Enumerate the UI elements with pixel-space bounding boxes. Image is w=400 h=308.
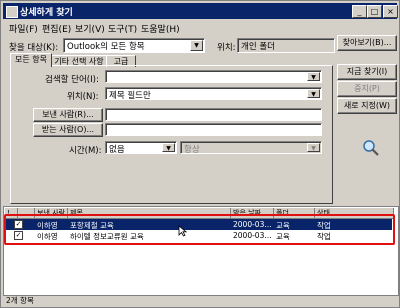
minimize-button[interactable]: _ bbox=[352, 5, 367, 18]
time-range-value: 항상 bbox=[184, 145, 200, 155]
location-label: 위치: bbox=[217, 43, 236, 53]
menu-file[interactable]: 파일(F) bbox=[9, 22, 38, 35]
menu-edit[interactable]: 편집(E) bbox=[42, 22, 71, 35]
in-field-dropdown[interactable]: 제목 필드만 ▼ bbox=[105, 87, 322, 101]
mouse-cursor-icon bbox=[178, 225, 187, 237]
column-header-icon[interactable] bbox=[18, 208, 35, 219]
column-header-folder[interactable]: 폴더 bbox=[274, 208, 315, 219]
chevron-down-icon[interactable]: ▼ bbox=[307, 72, 320, 81]
table-row[interactable]: ✓ 이하영 하이텔 정보교류원 교육 2000-03... 교육 작업 bbox=[6, 230, 392, 241]
search-words-input[interactable]: ▼ bbox=[105, 70, 322, 83]
search-target-dropdown[interactable]: Outlook의 모든 항목 ▼ bbox=[63, 38, 205, 53]
chevron-down-icon: ▼ bbox=[307, 143, 320, 152]
column-header-received[interactable]: 받은 날짜 bbox=[231, 208, 274, 219]
from-button[interactable]: 보낸 사람(R)... bbox=[33, 108, 103, 122]
browse-button[interactable]: 찾아보기(B)... bbox=[337, 35, 397, 51]
new-search-button[interactable]: 새로 지정(W) bbox=[337, 98, 397, 114]
table-row[interactable]: ✓ 이하영 포항제철 교육 2000-03... 교육 작업 bbox=[6, 219, 392, 230]
row-date: 2000-03... bbox=[233, 220, 272, 229]
maximize-button[interactable]: □ bbox=[367, 5, 382, 18]
status-item-count: 2개 항목 bbox=[6, 296, 34, 305]
column-header-importance[interactable]: ! bbox=[5, 208, 18, 219]
tab-panel: 검색할 단어(I): ▼ 위치(N): 제목 필드만 ▼ 보낸 사람(R)...… bbox=[10, 65, 333, 204]
menu-view[interactable]: 보기(V) bbox=[75, 22, 105, 35]
time-label: 시간(M): bbox=[69, 146, 102, 156]
tab-all-items[interactable]: 모든 항목 bbox=[10, 53, 52, 67]
row-status: 작업 bbox=[317, 232, 331, 241]
row-from: 이하영 bbox=[37, 232, 58, 241]
stop-button[interactable]: 중지(P) bbox=[337, 81, 397, 97]
menu-bar: 파일(F) 편집(E) 보기(V) 도구(T) 도움말(H) bbox=[3, 20, 397, 35]
column-header-status[interactable]: 상태 bbox=[315, 208, 394, 219]
search-words-label: 검색할 단어(I): bbox=[45, 75, 99, 85]
time-value: 없음 bbox=[109, 145, 125, 155]
window-title: 상세하게 찾기 bbox=[20, 8, 73, 18]
row-folder: 교육 bbox=[276, 232, 290, 241]
menu-tools[interactable]: 도구(T) bbox=[108, 22, 137, 35]
chevron-down-icon[interactable]: ▼ bbox=[162, 143, 175, 152]
chevron-down-icon[interactable]: ▼ bbox=[307, 89, 320, 98]
status-bar: 2개 항목 bbox=[3, 296, 397, 306]
row-date: 2000-03... bbox=[233, 231, 272, 240]
app-icon bbox=[6, 6, 18, 18]
column-header-subject[interactable]: 제목 bbox=[68, 208, 231, 219]
title-bar[interactable]: 상세하게 찾기 _ □ × bbox=[3, 3, 398, 19]
search-target-value: Outlook의 모든 항목 bbox=[67, 42, 145, 52]
location-value: 개인 폴더 bbox=[241, 42, 275, 52]
in-field-label: 위치(N): bbox=[67, 92, 99, 102]
menu-help[interactable]: 도움말(H) bbox=[141, 22, 180, 35]
close-button[interactable]: × bbox=[383, 5, 398, 18]
advanced-find-window: 상세하게 찾기 _ □ × 파일(F) 편집(E) 보기(V) 도구(T) 도움… bbox=[0, 0, 400, 308]
from-input[interactable] bbox=[105, 108, 322, 121]
checkbox[interactable]: ✓ bbox=[14, 231, 23, 240]
time-dropdown[interactable]: 없음 ▼ bbox=[105, 141, 177, 155]
sent-to-button[interactable]: 받는 사람(O)... bbox=[33, 123, 103, 137]
search-target-label: 찾을 대상(K): bbox=[9, 43, 59, 53]
sent-to-input[interactable] bbox=[105, 123, 322, 136]
find-now-button[interactable]: 지금 찾기(I) bbox=[337, 64, 397, 80]
row-subject: 하이텔 정보교류원 교육 bbox=[70, 232, 144, 241]
magnifier-icon bbox=[363, 140, 379, 156]
time-range-dropdown: 항상 ▼ bbox=[180, 141, 322, 155]
location-field: 개인 폴더 bbox=[237, 38, 335, 53]
checkbox[interactable]: ✓ bbox=[14, 220, 23, 229]
column-header-from[interactable]: 보낸 사람 bbox=[35, 208, 68, 219]
chevron-down-icon[interactable]: ▼ bbox=[190, 40, 203, 51]
in-field-value: 제목 필드만 bbox=[109, 91, 151, 101]
results-list[interactable]: ! 보낸 사람 제목 받은 날짜 폴더 상태 ✓ 이하영 포항제철 교육 200… bbox=[3, 206, 399, 296]
